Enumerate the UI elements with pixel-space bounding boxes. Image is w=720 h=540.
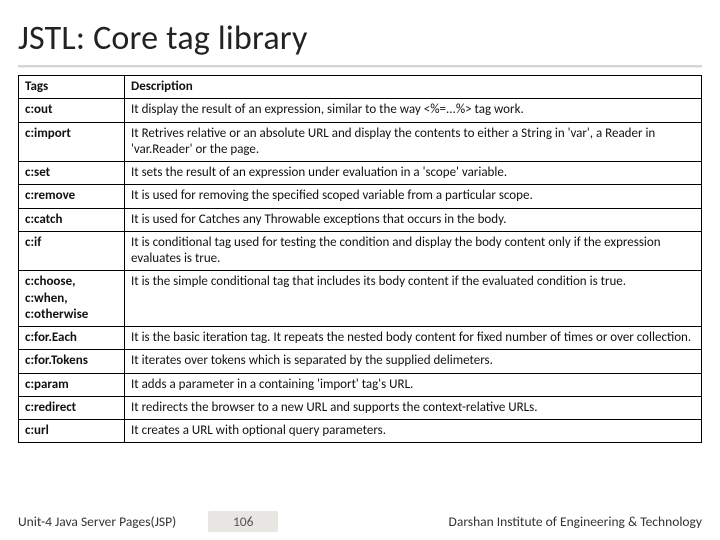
desc-cell: It is conditional tag used for testing t…	[125, 231, 702, 271]
table-row: c:outIt display the result of an express…	[19, 99, 702, 122]
footer-page-number: 106	[208, 511, 278, 532]
slide-title: JSTL: Core tag library	[18, 18, 702, 59]
table-row: c:urlIt creates a URL with optional quer…	[19, 420, 702, 443]
desc-cell: It is the basic iteration tag. It repeat…	[125, 327, 702, 350]
tag-cell: c:for.Tokens	[19, 350, 125, 373]
tag-cell: c:out	[19, 99, 125, 122]
header-tags: Tags	[19, 76, 125, 99]
tag-cell: c:url	[19, 420, 125, 443]
tag-cell: c:choose, c:when, c:otherwise	[19, 271, 125, 327]
table-row: c:ifIt is conditional tag used for testi…	[19, 231, 702, 271]
table-row: c:paramIt adds a parameter in a containi…	[19, 373, 702, 396]
table-row: c:removeIt is used for removing the spec…	[19, 185, 702, 208]
desc-cell: It iterates over tokens which is separat…	[125, 350, 702, 373]
footer-unit: Unit-4 Java Server Pages(JSP)	[18, 513, 176, 530]
footer-institute: Darshan Institute of Engineering & Techn…	[310, 513, 702, 530]
title-underline	[18, 65, 702, 67]
tag-cell: c:set	[19, 162, 125, 185]
table-row: c:redirectIt redirects the browser to a …	[19, 396, 702, 419]
table-row: c:for.EachIt is the basic iteration tag.…	[19, 327, 702, 350]
desc-cell: It display the result of an expression, …	[125, 99, 702, 122]
header-desc: Description	[125, 76, 702, 99]
desc-cell: It is the simple conditional tag that in…	[125, 271, 702, 327]
desc-cell: It is used for removing the specified sc…	[125, 185, 702, 208]
tag-cell: c:catch	[19, 208, 125, 231]
tag-table: Tags Description c:outIt display the res…	[18, 75, 702, 443]
table-row: c:setIt sets the result of an expression…	[19, 162, 702, 185]
desc-cell: It adds a parameter in a containing 'imp…	[125, 373, 702, 396]
footer: Unit-4 Java Server Pages(JSP) 106 Darsha…	[0, 511, 720, 532]
tag-cell: c:import	[19, 122, 125, 162]
tag-cell: c:param	[19, 373, 125, 396]
table-row: c:for.TokensIt iterates over tokens whic…	[19, 350, 702, 373]
slide: JSTL: Core tag library Tags Description …	[0, 0, 720, 540]
tag-table-body: Tags Description c:outIt display the res…	[19, 76, 702, 443]
tag-cell: c:for.Each	[19, 327, 125, 350]
tag-cell: c:if	[19, 231, 125, 271]
table-row: c:choose, c:when, c:otherwiseIt is the s…	[19, 271, 702, 327]
desc-cell: It is used for Catches any Throwable exc…	[125, 208, 702, 231]
desc-cell: It Retrives relative or an absolute URL …	[125, 122, 702, 162]
tag-cell: c:remove	[19, 185, 125, 208]
tag-cell: c:redirect	[19, 396, 125, 419]
desc-cell: It creates a URL with optional query par…	[125, 420, 702, 443]
desc-cell: It sets the result of an expression unde…	[125, 162, 702, 185]
table-header-row: Tags Description	[19, 76, 702, 99]
desc-cell: It redirects the browser to a new URL an…	[125, 396, 702, 419]
table-row: c:importIt Retrives relative or an absol…	[19, 122, 702, 162]
table-row: c:catchIt is used for Catches any Throwa…	[19, 208, 702, 231]
